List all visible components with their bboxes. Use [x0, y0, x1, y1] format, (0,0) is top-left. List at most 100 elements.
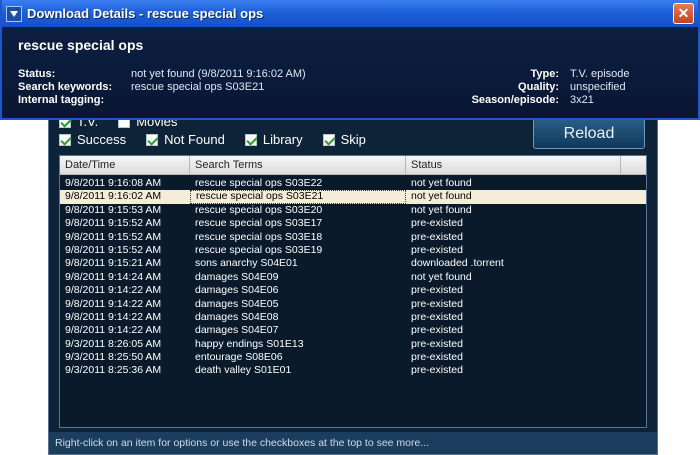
table-row[interactable]: 9/8/2011 9:14:22 AM damages S04E06 pre-exi… [60, 284, 646, 297]
cell-search-terms: rescue special ops S03E18 [195, 230, 323, 243]
checkbox-label: Not Found [164, 132, 225, 147]
filter-success-checkbox[interactable]: Success [59, 132, 126, 147]
cell-date: 9/8/2011 9:15:53 AM [65, 203, 162, 216]
checkbox-box[interactable] [146, 133, 159, 146]
table-row[interactable]: 9/8/2011 9:15:21 AM sons anarchy S04E01 do… [60, 257, 646, 270]
search-keywords-label: Search keywords: [18, 81, 113, 93]
cell-search-terms: sons anarchy S04E01 [195, 257, 298, 270]
cell-date: 9/8/2011 9:16:08 AM [65, 177, 162, 189]
table-row[interactable]: 9/8/2011 9:16:08 AM rescue special ops S0… [60, 177, 646, 190]
filter-library-checkbox[interactable]: Library [244, 132, 303, 147]
table-row[interactable]: 9/8/2011 9:14:22 AM damages S04E08 pre-exi… [60, 311, 646, 324]
cell-date: 9/3/2011 8:25:50 AM [65, 351, 162, 364]
table-row[interactable]: 9/8/2011 9:15:52 AM rescue special ops S0… [60, 217, 646, 230]
checkbox-box[interactable] [244, 133, 257, 146]
column-header-search-terms[interactable]: Search Terms [190, 156, 406, 174]
checkbox-box[interactable] [322, 133, 335, 146]
table-row[interactable]: 9/8/2011 9:14:22 AM damages S04E05 pre-exi… [60, 298, 646, 311]
close-icon: ✕ [677, 5, 690, 21]
checkbox-label: Skip [340, 132, 366, 147]
cell-search-terms: death valley S01E01 [195, 364, 292, 377]
cell-search-terms: damages S04E09 [195, 270, 279, 283]
cell-status: pre-existed [411, 230, 463, 243]
cell-search-terms: rescue special ops S03E19 [195, 243, 323, 256]
table-row[interactable]: 9/3/2011 8:25:50 AM entourage S08E06 pre-e… [60, 351, 646, 364]
table-row[interactable]: 9/8/2011 9:14:24 AM damages S04E09 not yet… [60, 271, 646, 284]
table-row[interactable]: 9/3/2011 8:26:05 AM happy endings S01E13 p… [60, 338, 646, 351]
cell-date: 9/3/2011 8:26:05 AM [65, 337, 162, 350]
details-body: rescue special ops Status: not yet found… [2, 27, 698, 118]
cell-date: 9/8/2011 9:14:22 AM [65, 310, 162, 323]
checkbox-box[interactable] [59, 133, 71, 146]
cell-date: 9/8/2011 9:14:22 AM [65, 297, 162, 310]
cell-search-terms: damages S04E06 [195, 284, 279, 297]
cell-status: pre-existed [411, 284, 463, 297]
download-details-window: Download Details - rescue special ops ✕ … [0, 0, 700, 120]
reload-button[interactable]: Reload [533, 118, 645, 149]
type-value: T.V. episode [570, 68, 630, 80]
column-header-date[interactable]: Date/Time [60, 156, 190, 174]
cell-search-terms: rescue special ops S03E17 [195, 217, 323, 230]
cell-status: pre-existed [411, 243, 463, 256]
titlebar[interactable]: Download Details - rescue special ops ✕ [2, 0, 698, 27]
type-label: Type: [530, 68, 559, 80]
table-row[interactable]: 9/8/2011 9:15:52 AM rescue special ops S0… [60, 231, 646, 244]
cell-date: 9/8/2011 9:14:22 AM [65, 284, 162, 297]
cell-search-terms: rescue special ops S03E22 [195, 177, 323, 189]
cell-search-terms: damages S04E08 [195, 310, 279, 323]
cell-search-terms: rescue special ops S03E21 [190, 190, 406, 204]
cell-search-terms: entourage S08E06 [195, 351, 283, 364]
table-row[interactable]: 9/8/2011 9:16:02 AM rescue special ops S0… [60, 190, 646, 204]
table-row[interactable]: 9/8/2011 9:15:53 AM rescue special ops S0… [60, 204, 646, 217]
cell-search-terms: damages S04E07 [195, 324, 279, 337]
cell-status: not yet found [411, 270, 472, 283]
cell-status: pre-existed [411, 297, 463, 310]
cell-status: not yet found [411, 177, 472, 189]
cell-search-terms: damages S04E05 [195, 297, 279, 310]
checkbox-label: Success [77, 132, 127, 147]
status-bar: Right-click on an item for options or us… [49, 432, 657, 454]
cell-status: pre-existed [411, 351, 463, 364]
column-header-status[interactable]: Status [406, 156, 621, 174]
table-row[interactable]: 9/8/2011 9:15:52 AM rescue special ops S0… [60, 244, 646, 257]
cell-date: 9/8/2011 9:15:52 AM [65, 217, 162, 230]
cell-date: 9/8/2011 9:14:22 AM [65, 324, 162, 337]
cell-status: pre-existed [411, 310, 463, 323]
cell-status: not yet found [411, 203, 472, 216]
quality-label: Quality: [518, 81, 559, 93]
filter-row-status: Success Not Found Library Skip [59, 132, 386, 147]
app-download-icon [6, 5, 22, 22]
list-rows: 9/8/2011 9:16:08 AM rescue special ops S0… [60, 175, 646, 378]
checkbox-label: Library [262, 132, 303, 147]
filter-skip-checkbox[interactable]: Skip [322, 132, 366, 147]
table-row[interactable]: 9/8/2011 9:14:22 AM damages S04E07 pre-exi… [60, 324, 646, 337]
cell-status: not yet found [411, 190, 472, 203]
window-title: Download Details - rescue special ops [27, 6, 264, 21]
internal-tagging-label: Internal tagging: [18, 94, 105, 106]
quality-value: unspecified [570, 81, 626, 93]
close-button[interactable]: ✕ [673, 3, 694, 24]
status-label: Status: [18, 68, 56, 80]
table-row[interactable]: 9/3/2011 8:25:36 AM death valley S01E01 pr… [60, 364, 646, 377]
cell-date: 9/8/2011 9:16:02 AM [60, 190, 190, 204]
season-episode-label: Season/episode: [471, 94, 559, 106]
history-list[interactable]: Date/Time Search Terms Status 9/8/2011 9… [59, 155, 647, 428]
cell-date: 9/8/2011 9:15:52 AM [65, 230, 162, 243]
cell-status: pre-existed [411, 217, 463, 230]
cell-date: 9/8/2011 9:15:52 AM [65, 243, 162, 256]
search-keywords-value: rescue special ops S03E21 [131, 81, 265, 93]
season-episode-value: 3x21 [570, 94, 594, 106]
show-title: rescue special ops [18, 37, 144, 53]
filter-not-found-checkbox[interactable]: Not Found [146, 132, 225, 147]
cell-date: 9/8/2011 9:15:21 AM [65, 257, 162, 270]
status-value: not yet found (9/8/2011 9:16:02 AM) [131, 68, 306, 80]
cell-status: pre-existed [411, 324, 463, 337]
cell-date: 9/8/2011 9:14:24 AM [65, 270, 162, 283]
cell-status: pre-existed [411, 364, 463, 377]
list-header: Date/Time Search Terms Status [60, 156, 646, 175]
cell-status: downloaded .torrent [411, 257, 504, 270]
cell-date: 9/3/2011 8:25:36 AM [65, 364, 162, 377]
cell-search-terms: rescue special ops S03E20 [195, 203, 323, 216]
cell-status: pre-existed [411, 337, 463, 350]
main-window: T.V. Movies Success Not Found Library Skip R… [48, 100, 658, 455]
